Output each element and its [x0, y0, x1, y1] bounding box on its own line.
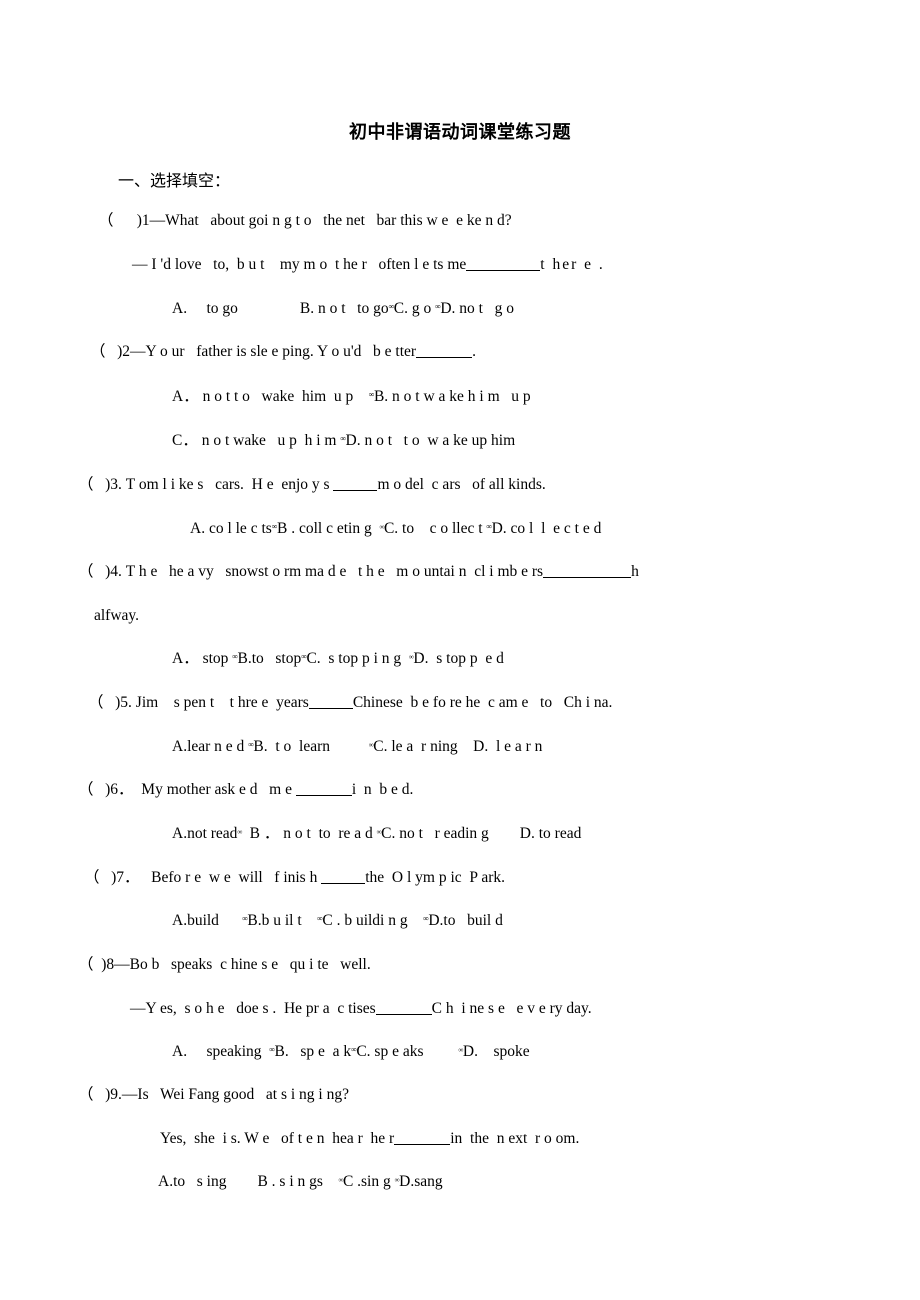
question-4-stem-text-a: . T h e he a vy snowst o rm ma d e t h e…: [118, 563, 544, 580]
option-a: A.build: [172, 912, 243, 929]
question-7-stem-text-a: ． Befo r e w e will f inis h: [124, 869, 322, 886]
question-5-stem: （ )5. Jim s pen t t hre e years Chinese b…: [88, 694, 612, 711]
question-3-marker: （ )3: [78, 476, 119, 493]
answer-blank: [333, 490, 378, 491]
option-a: A.not read: [172, 825, 238, 842]
question-6-stem-text-a: ． My mother ask e d m e: [118, 781, 296, 798]
option-d: D. no t g o: [440, 300, 514, 317]
answer-blank: [543, 577, 632, 578]
option-a: A.lear n e d: [172, 738, 249, 755]
question-4-continuation: alfway.: [94, 607, 140, 624]
question-8-reply-text-a: —Y es, s o h e doe s . He pr a c tises: [130, 1000, 376, 1017]
option-b: B. sp e a k: [274, 1043, 352, 1060]
question-3-stem: （ )3. T om l i ke s cars. H e enjo y s m…: [78, 476, 546, 493]
question-8-stem: （ )8—Bo b speaks c hine s e qu i te well…: [78, 956, 371, 973]
option-d: D. n o t t o w a ke up him: [345, 432, 516, 449]
option-a: A． stop: [172, 650, 233, 667]
question-8-reply: —Y es, s o h e doe s . He pr a c tises C …: [130, 1000, 592, 1017]
question-1-reply-tail: t her e .: [540, 256, 605, 273]
question-9-reply: Yes, she i s. W e of t e n hea r he r in …: [160, 1130, 579, 1147]
option-b: B. t o learn: [253, 738, 369, 755]
option-group-ab: A. to go B. n o t to go: [172, 300, 389, 317]
question-8-options: A. speaking ∞B. sp e a k∞C. sp e aks ∞D.…: [172, 1043, 530, 1060]
question-9-reply-text-b: in the n ext r o om.: [450, 1130, 580, 1147]
option-ab: A.to s ing B . s i n gs: [158, 1173, 339, 1190]
question-9-stem-text: .—Is Wei Fang good at s i ng i ng?: [118, 1086, 349, 1103]
option-d: D.to buil d: [428, 912, 503, 929]
answer-blank: [321, 883, 366, 884]
question-1-stem: （ )1—What about goi n g t o the net bar …: [98, 212, 512, 229]
question-6-marker: （ )6: [78, 781, 119, 798]
option-b: B. n o t w a ke h i m u p: [373, 388, 531, 405]
option-d: D. co l l e c t e d: [491, 520, 602, 537]
question-1-reply-text: — I 'd love to, b u t my m o t he r ofte…: [132, 256, 467, 273]
option-c: C .sin g: [342, 1173, 395, 1190]
option-cd: C. no t r eadin g D. to read: [381, 825, 582, 842]
option-a: A． n o t t o wake him u p: [172, 388, 369, 405]
question-9-options: A.to s ing B . s i n gs ∞C .sin g ∞D.san…: [158, 1173, 443, 1190]
question-2-stem-text: —Y o ur father is sle e ping. Y o u'd b …: [130, 343, 417, 360]
question-3-stem-text-a: . T om l i ke s cars. H e enjo y s: [118, 476, 334, 493]
option-b: B.to stop: [237, 650, 302, 667]
question-1-stem-text: —What about goi n g t o the net bar this…: [149, 212, 512, 229]
question-8-marker: （ )8: [78, 956, 115, 973]
question-9-reply-text-a: Yes, she i s. W e of t e n hea r he r: [160, 1130, 395, 1147]
option-b: B . coll c etin g: [277, 520, 380, 537]
option-b: B.b u il t: [247, 912, 318, 929]
question-2-marker: （ )2: [90, 343, 131, 360]
question-4-options: A． stop ∞B.to stop∞C. s top p i n g ∞D. …: [172, 650, 504, 667]
option-cd: C. le a r ning D. l e a r n: [373, 738, 543, 755]
worksheet-page: 初中非谓语动词课堂练习题 一、选择填空： （ )1—What about goi…: [0, 0, 920, 1300]
option-b: B ． n o t to re a d: [241, 825, 377, 842]
question-1-options: A. to go B. n o t to go∞C. g o ∞D. no t …: [172, 300, 514, 317]
answer-blank: [295, 795, 352, 796]
question-5-stem-text-a: . Jim s pen t t hre e years: [128, 694, 309, 711]
question-2-options-row-2: C． n o t wake u p h i m ∞D. n o t t o w …: [172, 432, 515, 449]
answer-blank: [394, 1144, 451, 1145]
question-5-marker: （ )5: [88, 694, 129, 711]
question-7-marker: （ )7: [84, 869, 125, 886]
option-d: D. s top p e d: [413, 650, 504, 667]
option-a: A. co l le c ts: [190, 520, 272, 537]
option-d: D. spoke: [462, 1043, 530, 1060]
question-2-stem-tail: .: [472, 343, 476, 360]
question-9-marker: （ )9: [78, 1086, 119, 1103]
question-6-stem: （ )6． My mother ask e d m e i n b e d.: [78, 781, 413, 798]
question-4-stem-text-b: h: [631, 563, 639, 580]
question-5-options: A.lear n e d ∞B. t o learn ∞C. le a r ni…: [172, 738, 542, 755]
question-2-options-row-1: A． n o t t o wake him u p ∞B. n o t w a …: [172, 388, 531, 405]
question-2-stem: （ )2—Y o ur father is sle e ping. Y o u'…: [90, 343, 476, 360]
answer-blank: [375, 1014, 432, 1015]
question-8-stem-text: —Bo b speaks c hine s e qu i te well.: [114, 956, 371, 973]
answer-blank: [416, 357, 473, 358]
answer-blank: [308, 708, 353, 709]
option-d: D.sang: [399, 1173, 443, 1190]
question-4-stem: （ )4. T h e he a vy snowst o rm ma d e t…: [78, 563, 639, 580]
question-9-stem: （ )9.—Is Wei Fang good at s i ng i ng?: [78, 1086, 349, 1103]
option-c: C． n o t wake u p h i m: [172, 432, 341, 449]
question-7-stem: （ )7． Befo r e w e will f inis h the O l…: [84, 869, 505, 886]
question-7-stem-text-b: the O l ym p ic P ark.: [365, 869, 505, 886]
option-c: C. s top p i n g: [306, 650, 409, 667]
option-c: C. sp e aks: [356, 1043, 459, 1060]
question-1-reply: — I 'd love to, b u t my m o t he r ofte…: [132, 256, 605, 273]
option-c: C. to c o llec t: [383, 520, 487, 537]
question-6-options: A.not read∞ B ． n o t to re a d ∞C. no t…: [172, 825, 581, 842]
page-title: 初中非谓语动词课堂练习题: [349, 122, 571, 143]
question-7-options: A.build ∞B.b u il t ∞C . b uildi n g ∞D.…: [172, 912, 503, 929]
option-c: C . b uildi n g: [322, 912, 424, 929]
option-a: A. speaking: [172, 1043, 270, 1060]
question-6-stem-text-b: i n b e d.: [351, 781, 414, 798]
question-8-reply-text-b: C h i ne s e e v e ry day.: [431, 1000, 592, 1017]
answer-blank: [466, 270, 541, 271]
question-5-stem-text-b: Chinese b e fo re he c am e to Ch i na.: [352, 694, 613, 711]
question-1-marker: （ )1: [98, 212, 150, 229]
question-4-marker: （ )4: [78, 563, 119, 580]
question-3-stem-text-b: m o del c ars of all kinds.: [377, 476, 546, 493]
question-3-options: A. co l le c ts∞B . coll c etin g ∞C. to…: [190, 520, 601, 537]
section-heading: 一、选择填空：: [118, 171, 231, 190]
option-c: C. g o: [393, 300, 436, 317]
